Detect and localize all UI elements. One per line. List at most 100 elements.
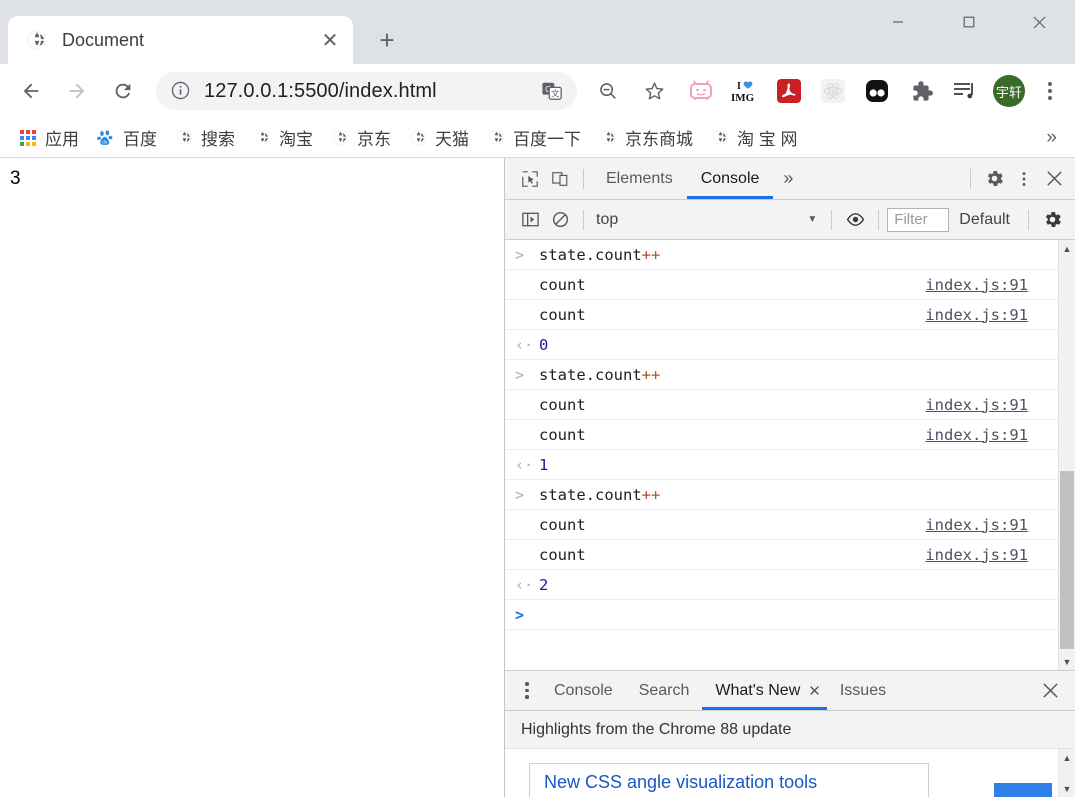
console-prompt-row[interactable]: >: [505, 600, 1058, 630]
bookmark-label: 应用: [45, 130, 79, 149]
drawer-tab-whats-new[interactable]: What's New ✕: [702, 671, 826, 710]
console-input-row[interactable]: > state.count++: [505, 480, 1058, 510]
close-icon[interactable]: [1035, 676, 1065, 706]
console-source-link[interactable]: index.js:91: [925, 426, 1054, 444]
console-result-row[interactable]: ‹· 2: [505, 570, 1058, 600]
whats-new-header: Highlights from the Chrome 88 update: [505, 711, 1075, 749]
bookmark-jingdongshangcheng[interactable]: 京东商城: [592, 124, 700, 152]
console-log-row[interactable]: count index.js:91: [505, 540, 1058, 570]
device-toolbar-icon[interactable]: [545, 164, 575, 194]
console-log-row[interactable]: count index.js:91: [505, 270, 1058, 300]
bookmark-taobaowang[interactable]: 淘 宝 网: [704, 124, 804, 152]
console-source-link[interactable]: index.js:91: [925, 516, 1054, 534]
back-button[interactable]: [11, 71, 51, 111]
minimize-icon[interactable]: [862, 0, 933, 44]
new-tab-button[interactable]: +: [369, 22, 405, 58]
clear-console-icon[interactable]: [545, 205, 575, 235]
execution-context-select[interactable]: top ▼: [596, 211, 823, 229]
console-sidebar-icon[interactable]: [515, 205, 545, 235]
bookmark-label: 京东商城: [625, 130, 693, 149]
scroll-up-arrow-icon[interactable]: ▲: [1059, 749, 1075, 766]
iloveimg-icon[interactable]: I IMG: [729, 75, 761, 107]
adobe-acrobat-icon[interactable]: [773, 75, 805, 107]
bookmark-baidu[interactable]: du 百度: [90, 124, 164, 152]
momentum-icon[interactable]: [861, 75, 893, 107]
react-devtools-icon[interactable]: [817, 75, 849, 107]
scroll-down-arrow-icon[interactable]: ▼: [1059, 653, 1075, 670]
tab-strip: Document ✕ +: [0, 0, 1075, 64]
console-log-row[interactable]: count index.js:91: [505, 510, 1058, 540]
console-log-row[interactable]: count index.js:91: [505, 390, 1058, 420]
kebab-menu-icon[interactable]: [1033, 74, 1067, 108]
address-bar[interactable]: 127.0.0.1:5500/index.html G 文: [156, 72, 577, 110]
whats-new-card-title[interactable]: New CSS angle visualization tools: [544, 772, 916, 793]
console-input-row[interactable]: > state.count++: [505, 360, 1058, 390]
whats-new-scrollbar[interactable]: ▲ ▼: [1058, 749, 1075, 797]
execution-context-value: top: [596, 210, 619, 228]
scroll-down-arrow-icon[interactable]: ▼: [1059, 780, 1075, 797]
filterbar-divider: [831, 209, 833, 230]
info-circle-icon[interactable]: [170, 80, 192, 102]
input-marker-icon: >: [515, 485, 525, 504]
maximize-icon[interactable]: [933, 0, 1004, 44]
kebab-menu-icon[interactable]: [1009, 164, 1039, 194]
bilibili-tv-icon[interactable]: [685, 75, 717, 107]
tab-elements[interactable]: Elements: [592, 158, 687, 199]
console-scrollbar-track[interactable]: [1059, 257, 1075, 653]
filterbar-divider: [583, 209, 584, 230]
bookmark-jingdong[interactable]: 京东: [324, 124, 398, 152]
zoom-out-icon[interactable]: [588, 71, 628, 111]
translate-icon[interactable]: G 文: [539, 78, 565, 104]
bookmarks-overflow-button[interactable]: »: [1046, 127, 1057, 149]
console-filter-input[interactable]: Filter: [887, 207, 950, 232]
console-log-row[interactable]: count index.js:91: [505, 300, 1058, 330]
inspect-cursor-icon[interactable]: [515, 164, 545, 194]
drawer-tab-console[interactable]: Console: [541, 671, 626, 710]
browser-tab-document[interactable]: Document ✕: [8, 16, 353, 64]
reload-button[interactable]: [103, 71, 143, 111]
drawer-tab-search[interactable]: Search: [626, 671, 703, 710]
tab-close-button[interactable]: ✕: [317, 27, 343, 53]
console-result-row[interactable]: ‹· 0: [505, 330, 1058, 360]
bookmark-taobao[interactable]: 淘宝: [246, 124, 320, 152]
console-result-row[interactable]: ‹· 1: [505, 450, 1058, 480]
bookmark-baiduyixia[interactable]: 百度一下: [480, 124, 588, 152]
bookmark-apps[interactable]: 应用: [12, 124, 86, 152]
gear-icon[interactable]: [1037, 205, 1067, 235]
gear-icon[interactable]: [979, 164, 1009, 194]
console-source-link[interactable]: index.js:91: [925, 276, 1054, 294]
drawer-tab-issues[interactable]: Issues: [827, 671, 899, 710]
console-source-link[interactable]: index.js:91: [925, 546, 1054, 564]
eye-icon[interactable]: [840, 205, 870, 235]
puzzle-piece-icon[interactable]: [905, 75, 937, 107]
console-scrollbar[interactable]: ▲ ▼: [1058, 240, 1075, 670]
more-tabs-button[interactable]: »: [773, 168, 803, 189]
profile-avatar[interactable]: 宇轩: [993, 75, 1025, 107]
close-icon[interactable]: [1039, 164, 1069, 194]
drawer-tab-close-button[interactable]: ✕: [808, 682, 821, 700]
console-input-row[interactable]: > state.count++: [505, 240, 1058, 270]
result-marker-icon: ‹·: [515, 335, 534, 354]
bookmark-sousuo[interactable]: 搜索: [168, 124, 242, 152]
globe-icon: [331, 129, 349, 147]
console-log-row[interactable]: count index.js:91: [505, 420, 1058, 450]
console-source-link[interactable]: index.js:91: [925, 396, 1054, 414]
close-icon[interactable]: [1004, 0, 1075, 44]
bookmark-tianmao[interactable]: 天猫: [402, 124, 476, 152]
scroll-up-arrow-icon[interactable]: ▲: [1059, 240, 1075, 257]
star-icon[interactable]: [634, 71, 674, 111]
console-source-link[interactable]: index.js:91: [925, 306, 1054, 324]
address-bar-url: 127.0.0.1:5500/index.html: [204, 79, 437, 102]
kebab-menu-icon[interactable]: [513, 677, 541, 705]
bookmark-label: 京东: [357, 130, 391, 149]
svg-text:du: du: [102, 139, 108, 144]
console-message-list[interactable]: > state.count++ count index.js:91 count …: [505, 240, 1058, 670]
whats-new-card[interactable]: New CSS angle visualization tools: [529, 763, 929, 797]
log-level-select[interactable]: Default: [949, 211, 1020, 229]
console-scrollbar-thumb[interactable]: [1060, 470, 1074, 650]
filterbar-divider: [1028, 209, 1029, 230]
tab-console[interactable]: Console: [687, 158, 774, 199]
playlist-music-icon[interactable]: [949, 75, 981, 107]
forward-button[interactable]: [57, 71, 97, 111]
whats-new-action-button[interactable]: [994, 783, 1052, 797]
